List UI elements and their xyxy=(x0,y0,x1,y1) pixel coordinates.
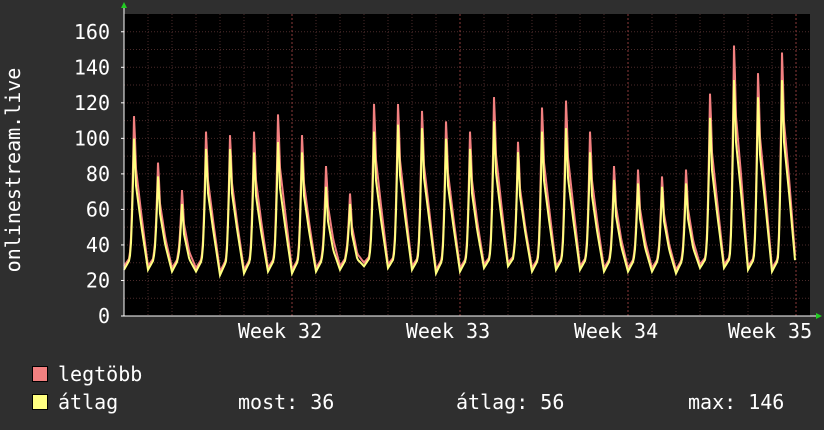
stat-mean: átlag: 56 xyxy=(456,390,565,414)
x-tick-label: Week 33 xyxy=(406,319,490,343)
stat-now: most: 36 xyxy=(238,390,335,414)
legend-label-avg: átlag xyxy=(58,390,119,414)
y-tick-label: 0 xyxy=(98,304,110,328)
y-tick-label: 120 xyxy=(74,91,110,115)
legend-swatch-avg xyxy=(32,394,48,410)
legend-label-max: legtöbb xyxy=(58,362,143,386)
y-tick-label: 100 xyxy=(74,126,110,150)
y-axis-label: onlinestream.live xyxy=(1,68,25,273)
y-tick-label: 20 xyxy=(86,268,110,292)
y-tick-label: 40 xyxy=(86,233,110,257)
x-tick-labels: Week 32 Week 33 Week 34 Week 35 xyxy=(238,319,812,343)
y-tick-labels: 0 20 40 60 80 100 120 140 160 xyxy=(74,20,110,328)
x-tick-label: Week 34 xyxy=(574,319,658,343)
y-tick-label: 60 xyxy=(86,197,110,221)
legend-swatch-max xyxy=(32,366,48,382)
x-tick-label: Week 32 xyxy=(238,319,322,343)
stat-max: max: 146 xyxy=(688,390,785,414)
x-tick-label: Week 35 xyxy=(728,319,812,343)
plot-area xyxy=(124,14,810,316)
x-axis-arrow xyxy=(816,313,822,319)
y-tick-label: 80 xyxy=(86,162,110,186)
y-axis-arrow xyxy=(121,2,127,8)
y-tick-label: 160 xyxy=(74,20,110,44)
y-tick-label: 140 xyxy=(74,55,110,79)
